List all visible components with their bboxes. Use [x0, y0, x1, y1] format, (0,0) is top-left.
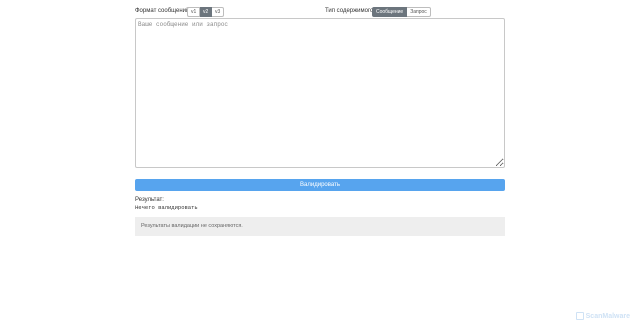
format-v3-button[interactable]: v3: [212, 7, 224, 17]
result-value: Нечего валидировать: [135, 204, 198, 211]
message-input[interactable]: [135, 18, 505, 168]
options-row: Формат сообщений: v1 v2 v3 Тип содержимо…: [135, 7, 505, 18]
results-not-saved-note: Результаты валидации не сохраняются.: [135, 217, 505, 236]
scanmalware-watermark: ScanMalware: [575, 312, 630, 320]
message-format-label: Формат сообщений:: [135, 8, 192, 14]
watermark-text: ScanMalware: [585, 312, 630, 320]
content-type-group: Сообщение Запрос: [372, 7, 431, 17]
result-label: Результат:: [135, 197, 164, 203]
format-v1-button[interactable]: v1: [187, 7, 200, 17]
content-type-message-button[interactable]: Сообщение: [372, 7, 408, 17]
content-type-request-button[interactable]: Запрос: [407, 7, 431, 17]
scanmalware-logo-icon: [575, 312, 584, 320]
message-format-group: v1 v2 v3: [187, 7, 224, 17]
validate-button[interactable]: Валидировать: [135, 179, 505, 191]
content-type-label: Тип содержимого:: [325, 8, 376, 14]
format-v2-button[interactable]: v2: [200, 7, 212, 17]
